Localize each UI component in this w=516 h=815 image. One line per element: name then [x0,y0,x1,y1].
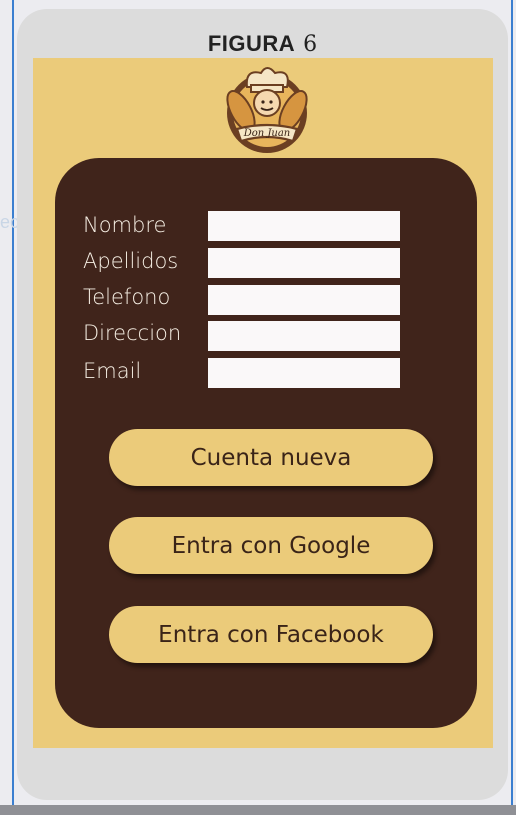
apellidos-input[interactable] [208,248,400,278]
telefono-label: Telefono [83,285,171,309]
apellidos-label: Apellidos [83,249,179,273]
new-account-button[interactable]: Cuenta nueva [109,429,433,486]
telefono-input[interactable] [208,285,400,315]
app-screen: Don Juan Nombre Apellidos Telefono Direc… [33,58,493,748]
direccion-input[interactable] [208,321,400,351]
chef-eye-left [261,100,265,104]
canvas-scrollbar-track[interactable] [0,805,516,815]
figure-number: 6 [303,32,318,57]
registration-card: Nombre Apellidos Telefono Direccion Emai… [55,158,477,728]
canvas-frame-right-edge [511,0,513,805]
nombre-input[interactable] [208,211,400,241]
chef-eye-right [269,100,273,104]
email-label: Email [83,359,142,383]
direccion-label: Direccion [83,321,182,345]
facebook-login-button[interactable]: Entra con Facebook [109,606,433,663]
logo-text: Don Juan [243,128,291,139]
figure-caption: FIGURA 6 [17,31,508,57]
canvas-frame-left-edge [12,0,14,805]
google-login-button[interactable]: Entra con Google [109,517,433,574]
don-juan-logo: Don Juan [226,67,308,153]
figure-word: FIGURA [207,31,296,56]
nombre-label: Nombre [83,213,167,237]
chef-face-icon [253,89,281,117]
email-input[interactable] [208,358,400,388]
